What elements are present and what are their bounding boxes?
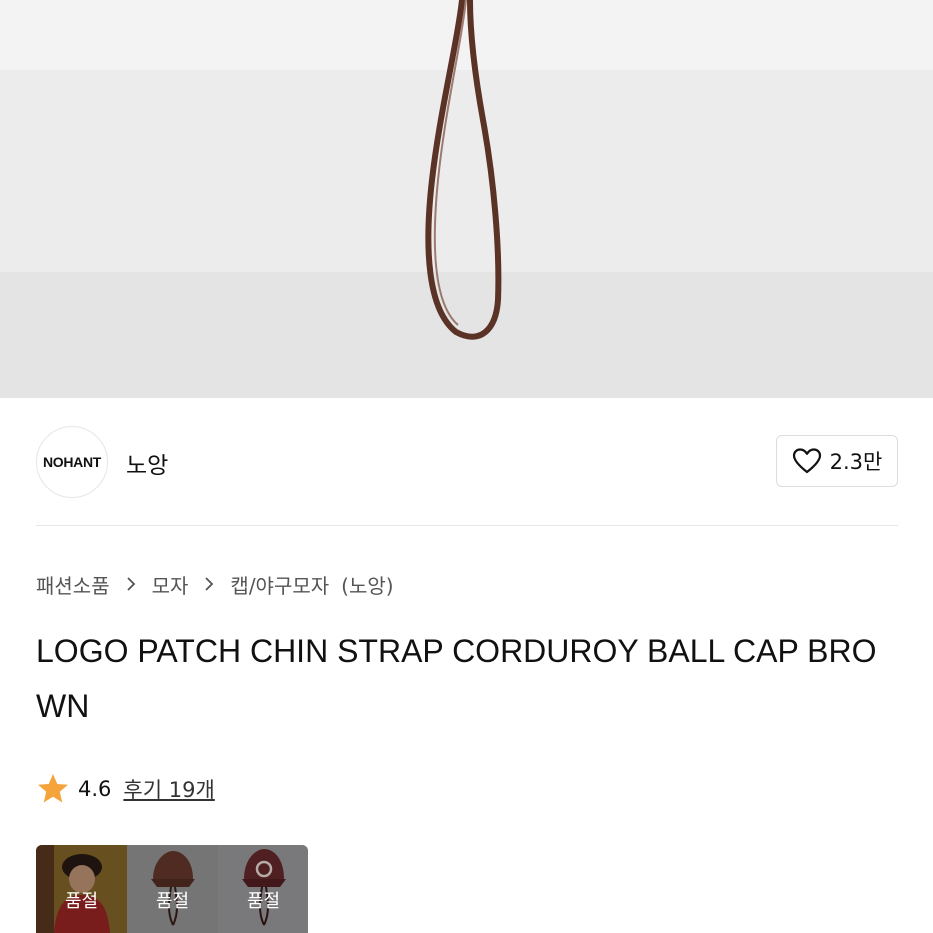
like-count: 2.3만 (829, 450, 883, 474)
rating-row: 4.6 후기 19개 (36, 769, 215, 809)
chin-strap-image (425, 0, 502, 340)
chevron-right-icon (126, 577, 135, 591)
sold-out-badge: 품절 (246, 891, 281, 912)
sold-out-badge: 품절 (155, 891, 190, 912)
thumbnail[interactable]: 품절 (127, 845, 218, 933)
rating-score: 4.6 (78, 777, 112, 801)
breadcrumb-item-caps[interactable]: 캡/야구모자 (230, 570, 329, 599)
divider (36, 525, 898, 526)
thumbnail-strip: 품절 품절 품절 (36, 845, 308, 933)
brand-row: NOHANT 노앙 2.3만 (36, 426, 898, 498)
thumbnail[interactable]: 품절 (36, 845, 127, 933)
breadcrumb-item-brand[interactable]: (노앙) (341, 570, 393, 599)
reviews-link[interactable]: 후기 19개 (123, 774, 214, 804)
product-title: LOGO PATCH CHIN STRAP CORDUROY BALL CAP … (36, 633, 877, 724)
thumbnail[interactable]: 품절 (218, 845, 308, 933)
chevron-right-icon (205, 577, 214, 591)
star-icon (38, 774, 68, 803)
brand-logo[interactable]: NOHANT (36, 426, 108, 498)
like-button[interactable]: 2.3만 (776, 435, 898, 487)
brand-name[interactable]: 노앙 (126, 446, 168, 480)
breadcrumb-item-hats[interactable]: 모자 (152, 570, 189, 599)
product-image[interactable] (0, 0, 933, 398)
breadcrumb-item-fashion-accessories[interactable]: 패션소품 (36, 570, 110, 599)
heart-icon (792, 448, 821, 474)
sold-out-badge: 품절 (64, 891, 99, 912)
breadcrumb: 패션소품 모자 캡/야구모자 (노앙) (36, 568, 394, 600)
